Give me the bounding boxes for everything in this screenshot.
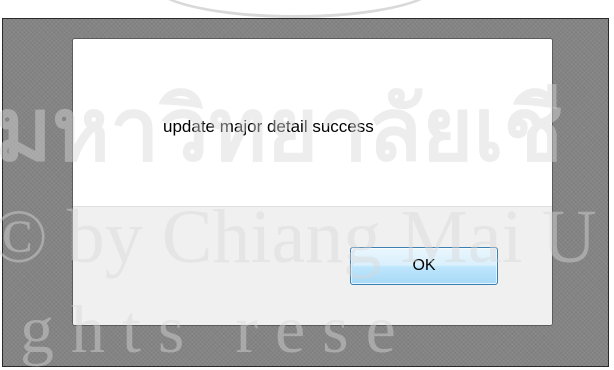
- dialog-message: update major detail success: [163, 117, 374, 136]
- dialog-footer: OK: [73, 206, 552, 325]
- dialog-body: update major detail success: [73, 39, 552, 206]
- alert-dialog: update major detail success OK: [72, 38, 553, 326]
- screenshot-stage: update major detail success OK มหาวิทยาล…: [0, 0, 614, 370]
- watermark-arc: [150, 0, 440, 18]
- ok-button[interactable]: OK: [350, 247, 498, 285]
